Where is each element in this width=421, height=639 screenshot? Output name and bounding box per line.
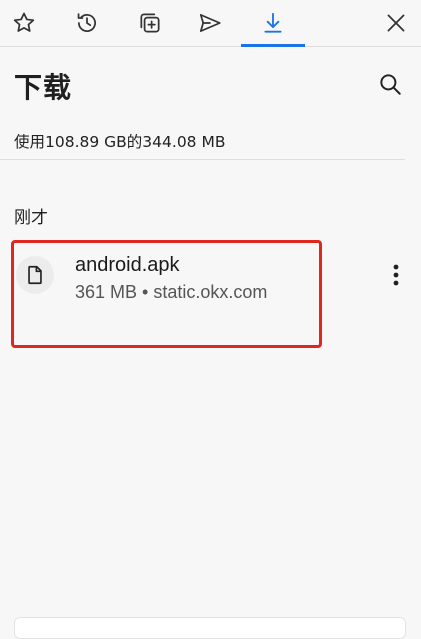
close-icon (387, 14, 405, 32)
tab-downloads[interactable] (241, 0, 305, 47)
storage-usage-text: 使用108.89 GB的344.08 MB (14, 133, 226, 151)
tab-history[interactable] (57, 0, 117, 46)
more-vertical-icon (393, 264, 399, 286)
file-icon (28, 265, 42, 285)
download-file-name[interactable]: android.apk (75, 254, 180, 277)
tab-favorites[interactable] (0, 0, 54, 46)
history-icon (77, 13, 96, 32)
tab-collection-icon (140, 13, 160, 33)
divider (0, 159, 405, 160)
section-label-just-now: 刚才 (14, 208, 48, 228)
bottom-panel (14, 617, 406, 639)
close-button[interactable] (366, 0, 421, 46)
page-title: 下载 (14, 71, 73, 104)
download-file-meta: 361 MB • static.okx.com (75, 282, 268, 302)
tab-send[interactable] (180, 0, 240, 46)
more-options-button[interactable] (380, 258, 412, 292)
toolbar (0, 0, 421, 47)
tab-collections[interactable] (120, 0, 180, 46)
star-icon (13, 12, 35, 32)
search-icon (380, 74, 401, 95)
search-button[interactable] (374, 68, 406, 100)
download-icon (264, 12, 282, 33)
file-icon-badge (16, 256, 54, 294)
send-icon (199, 14, 221, 32)
